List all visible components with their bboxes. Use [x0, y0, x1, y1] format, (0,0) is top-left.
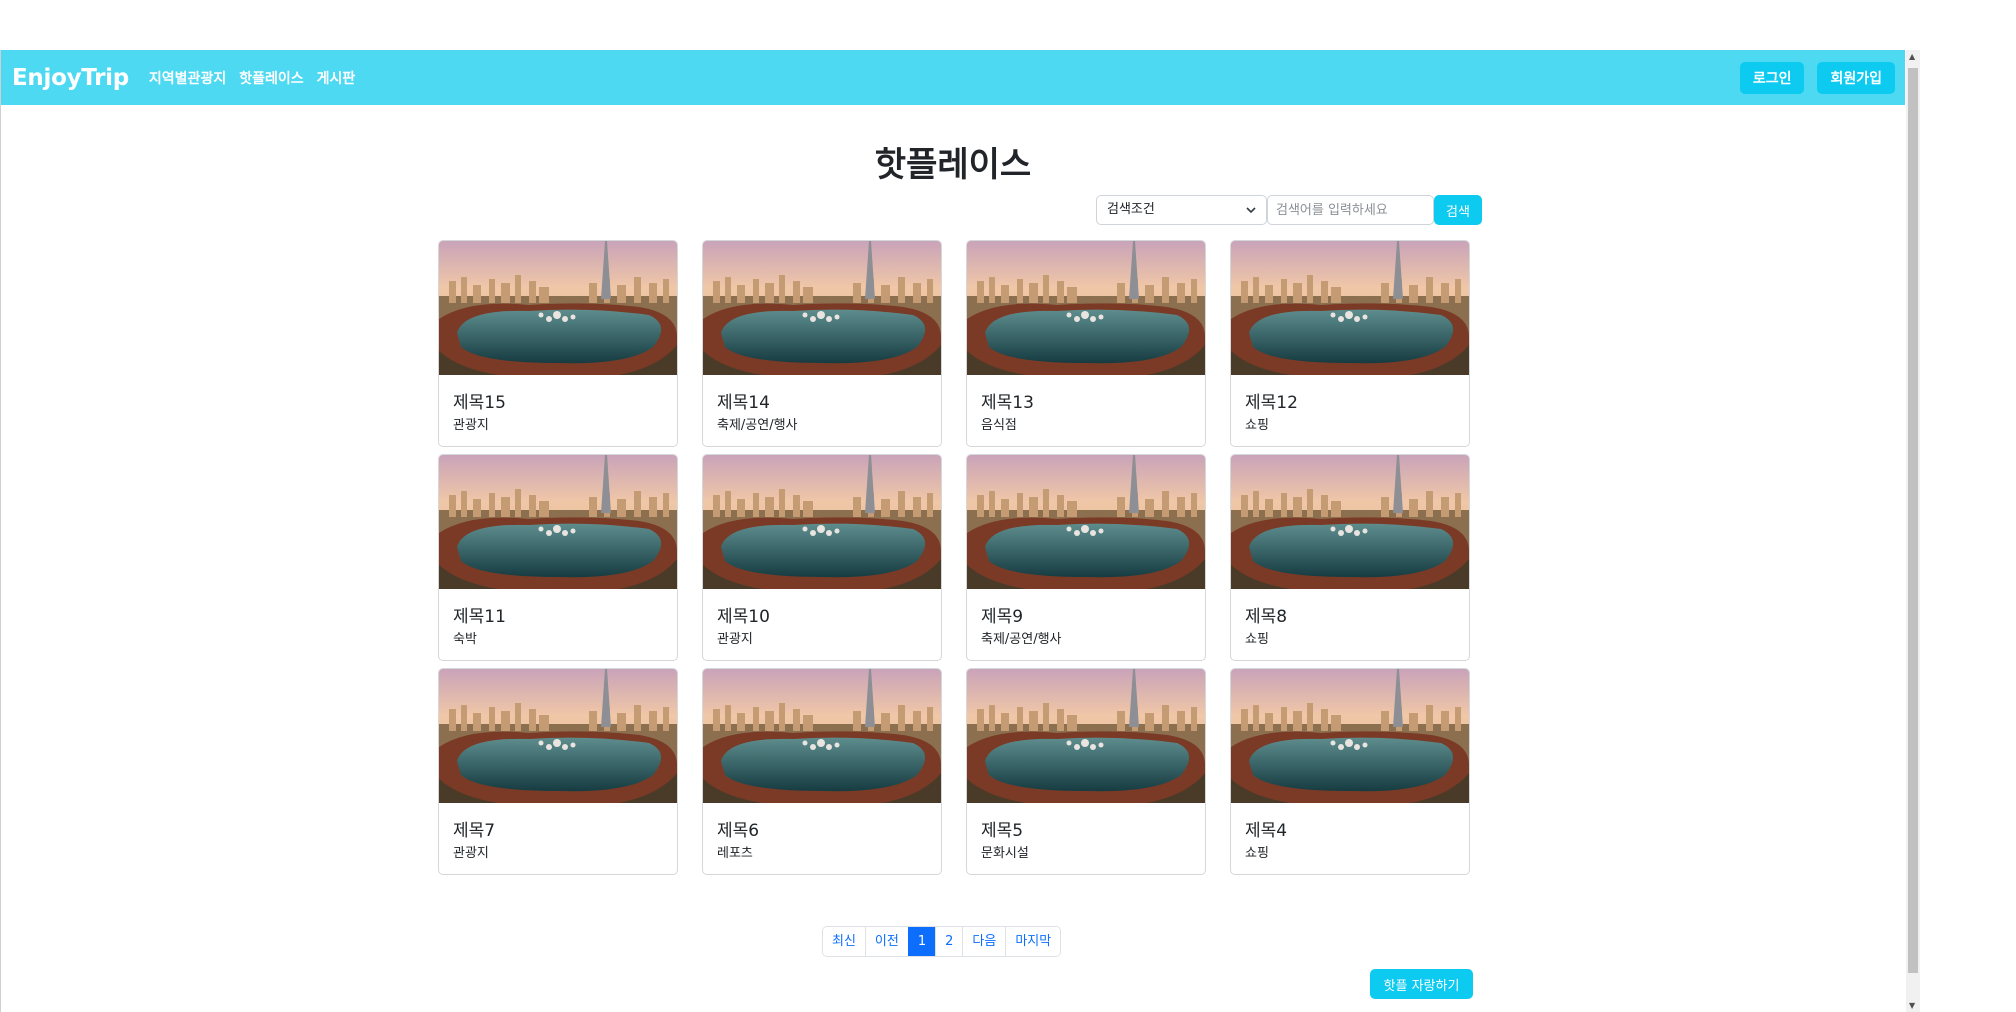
- card-title: 제목8: [1245, 607, 1288, 627]
- hotplace-card[interactable]: 제목14 축제/공연/행사: [702, 240, 942, 447]
- page-link[interactable]: 마지막: [1005, 927, 1061, 956]
- hotplace-card[interactable]: 제목7 관광지: [438, 668, 678, 875]
- hotplace-grid: 제목15 관광지 제목14 축제/공연/행사 제목13 음식점 제목12 쇼핑 제목11 숙박 제목…: [438, 240, 1470, 875]
- card-category: 축제/공연/행사: [717, 418, 798, 433]
- scroll-thumb[interactable]: [1908, 68, 1918, 973]
- hotplace-thumbnail: [439, 455, 677, 589]
- hotplace-thumbnail: [967, 669, 1205, 803]
- hotplace-card[interactable]: 제목6 레포츠: [702, 668, 942, 875]
- chevron-down-icon: [1246, 207, 1256, 214]
- card-title: 제목10: [717, 607, 770, 627]
- card-category: 쇼핑: [1245, 418, 1269, 433]
- hotplace-thumbnail: [703, 455, 941, 589]
- card-category: 레포츠: [717, 846, 753, 861]
- hotplace-thumbnail: [967, 241, 1205, 375]
- brand-logo[interactable]: EnjoyTrip: [12, 65, 129, 91]
- card-category: 관광지: [453, 418, 489, 433]
- search-condition-value: 검색조건: [1107, 202, 1155, 217]
- hotplace-thumbnail: [439, 669, 677, 803]
- page-link[interactable]: 이전: [864, 927, 908, 956]
- page-link[interactable]: 1: [907, 927, 936, 956]
- hotplace-card[interactable]: 제목4 쇼핑: [1230, 668, 1470, 875]
- page-link[interactable]: 최신: [823, 927, 865, 956]
- top-navbar: EnjoyTrip 지역별관광지 핫플레이스 게시판 로그인 회원가입: [1, 50, 1905, 105]
- card-category: 관광지: [453, 846, 489, 861]
- card-category: 숙박: [453, 632, 477, 647]
- login-button[interactable]: 로그인: [1739, 61, 1805, 94]
- card-title: 제목15: [453, 393, 506, 413]
- card-category: 음식점: [981, 418, 1017, 433]
- page-title: 핫플레이스: [874, 145, 1032, 185]
- hotplace-card[interactable]: 제목9 축제/공연/행사: [966, 454, 1206, 661]
- page-link[interactable]: 다음: [962, 927, 1006, 956]
- nav-link-board[interactable]: 게시판: [317, 68, 356, 88]
- card-title: 제목11: [453, 607, 506, 627]
- hotplace-card[interactable]: 제목11 숙박: [438, 454, 678, 661]
- scroll-up-icon[interactable]: ▲: [1909, 52, 1915, 61]
- search-condition-select[interactable]: 검색조건: [1096, 195, 1267, 225]
- card-title: 제목5: [981, 821, 1024, 841]
- search-button[interactable]: 검색: [1434, 195, 1482, 225]
- card-category: 문화시설: [981, 846, 1029, 861]
- page-link[interactable]: 2: [935, 927, 963, 956]
- hotplace-thumbnail: [703, 669, 941, 803]
- hotplace-thumbnail: [967, 455, 1205, 589]
- hotplace-thumbnail: [1231, 241, 1469, 375]
- hotplace-card[interactable]: 제목12 쇼핑: [1230, 240, 1470, 447]
- hotplace-card[interactable]: 제목10 관광지: [702, 454, 942, 661]
- hotplace-thumbnail: [703, 241, 941, 375]
- card-category: 관광지: [717, 632, 753, 647]
- hotplace-thumbnail: [1231, 669, 1469, 803]
- brag-hotplace-button[interactable]: 핫플 자랑하기: [1370, 969, 1473, 999]
- search-input[interactable]: [1267, 195, 1434, 225]
- hotplace-thumbnail: [439, 241, 677, 375]
- hotplace-card[interactable]: 제목15 관광지: [438, 240, 678, 447]
- card-title: 제목13: [981, 393, 1034, 413]
- card-title: 제목7: [453, 821, 496, 841]
- card-category: 쇼핑: [1245, 632, 1269, 647]
- hotplace-card[interactable]: 제목8 쇼핑: [1230, 454, 1470, 661]
- signup-button[interactable]: 회원가입: [1817, 61, 1895, 94]
- card-title: 제목12: [1245, 393, 1298, 413]
- vertical-scrollbar[interactable]: ▲ ▼: [1906, 50, 1920, 1012]
- card-title: 제목4: [1245, 821, 1288, 841]
- nav-link-regional-attractions[interactable]: 지역별관광지: [149, 68, 226, 88]
- card-title: 제목9: [981, 607, 1024, 627]
- nav-link-hotplace[interactable]: 핫플레이스: [239, 68, 303, 88]
- hotplace-thumbnail: [1231, 455, 1469, 589]
- nav-auth-buttons: 로그인 회원가입: [1739, 61, 1895, 94]
- pagination: 최신 이전 1 2 다음 마지막: [822, 926, 1062, 957]
- hotplace-card[interactable]: 제목5 문화시설: [966, 668, 1206, 875]
- hotplace-card[interactable]: 제목13 음식점: [966, 240, 1206, 447]
- card-category: 축제/공연/행사: [981, 632, 1062, 647]
- card-title: 제목14: [717, 393, 770, 413]
- card-title: 제목6: [717, 821, 760, 841]
- browser-viewport: EnjoyTrip 지역별관광지 핫플레이스 게시판 로그인 회원가입 핫플레이…: [0, 50, 1907, 1012]
- scroll-down-icon[interactable]: ▼: [1909, 1001, 1915, 1010]
- card-category: 쇼핑: [1245, 846, 1269, 861]
